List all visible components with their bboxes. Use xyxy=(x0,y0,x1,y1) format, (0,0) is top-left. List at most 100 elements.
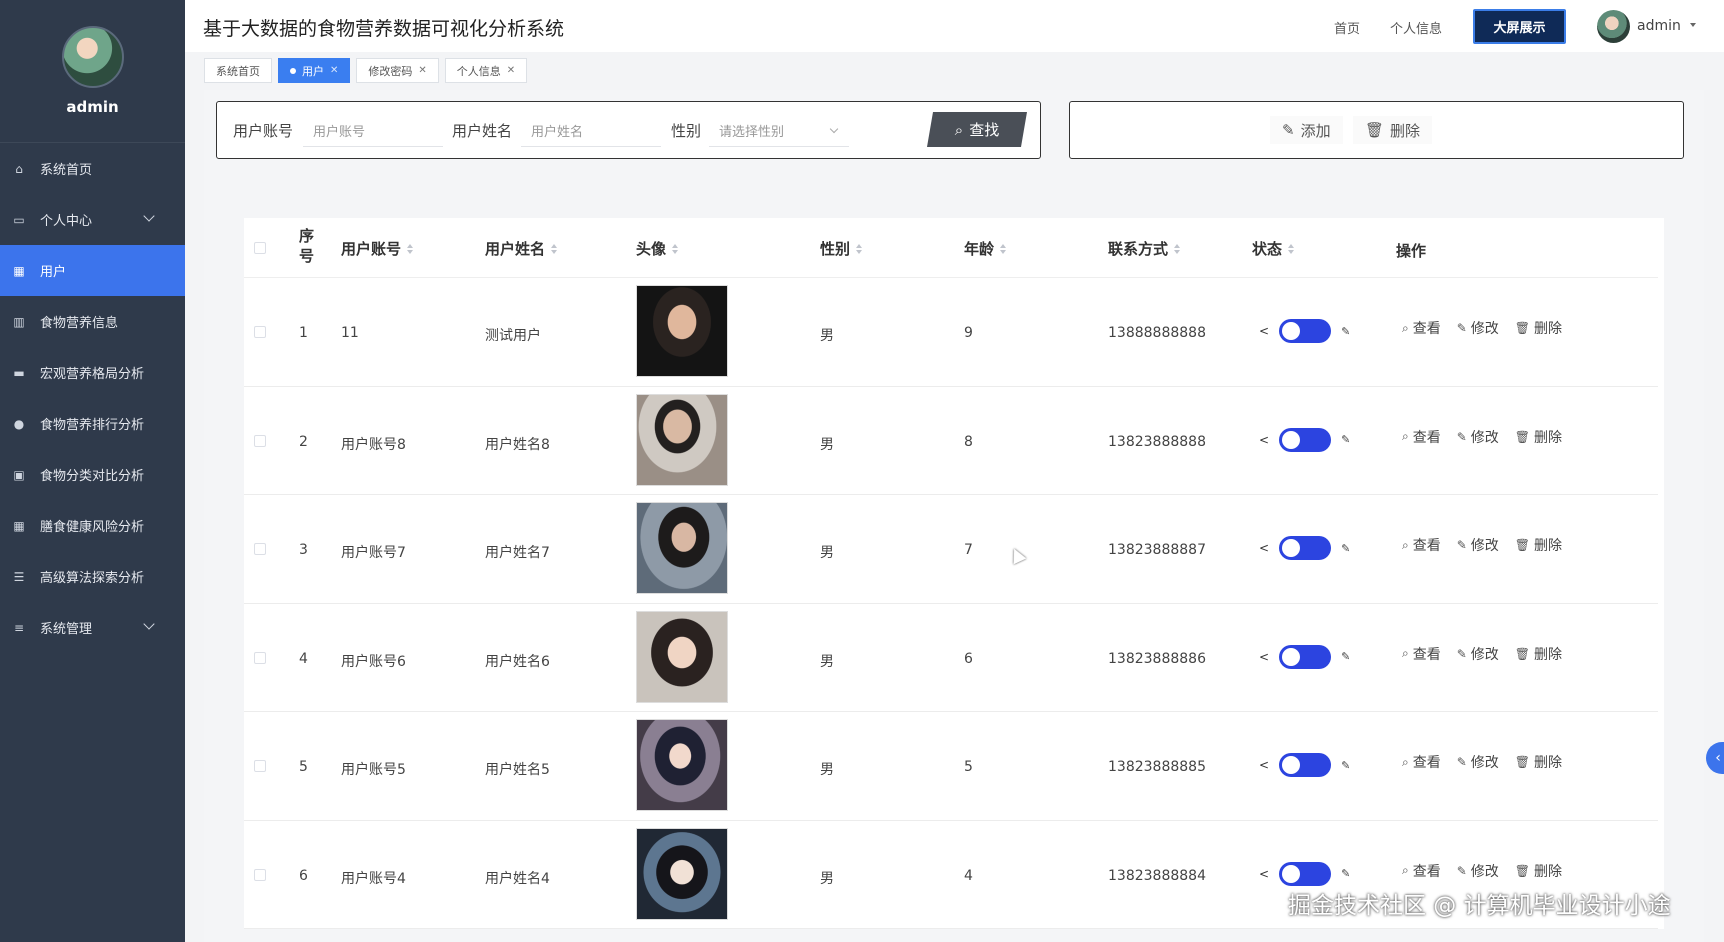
avatar-image[interactable] xyxy=(636,827,728,920)
edit-button[interactable]: ✎ 修改 xyxy=(1457,318,1499,338)
avatar-image[interactable] xyxy=(636,719,728,811)
side-drawer-handle[interactable]: ‹ xyxy=(1706,742,1724,774)
col-age[interactable]: 年龄 xyxy=(964,238,1007,259)
sort-icon[interactable] xyxy=(1288,243,1295,254)
row-checkbox[interactable] xyxy=(254,651,266,664)
avatar[interactable] xyxy=(61,26,124,88)
user-avatar[interactable] xyxy=(1597,10,1630,43)
pencil-icon[interactable]: ✎ xyxy=(1341,867,1350,880)
sidebar-item-label: 高级算法探索分析 xyxy=(40,571,145,586)
row-checkbox[interactable] xyxy=(254,326,266,338)
avatar-image[interactable] xyxy=(636,285,728,377)
tab-profile[interactable]: 个人信息 ✕ xyxy=(444,58,528,83)
view-button[interactable]: ⌕ 查看 xyxy=(1402,752,1441,772)
tab-system-home[interactable]: 系统首页 xyxy=(204,58,272,83)
row-checkbox[interactable] xyxy=(254,868,266,881)
sidebar-item-macro-analysis[interactable]: ▬ 宏观营养格局分析 xyxy=(0,347,185,398)
sidebar-item-health-risk[interactable]: ▦ 膳食健康风险分析 xyxy=(0,500,185,551)
sidebar-item-label: 食物营养排行分析 xyxy=(40,418,145,433)
sort-icon[interactable] xyxy=(856,243,863,254)
status-toggle[interactable] xyxy=(1279,319,1332,343)
sidebar-item-system-management[interactable]: ≡ 系统管理 xyxy=(0,602,185,653)
sidebar-item-food-nutrition[interactable]: ▥ 食物营养信息 xyxy=(0,296,185,347)
nav-profile-link[interactable]: 个人信息 xyxy=(1390,18,1442,37)
delete-button[interactable]: 🗑 删除 xyxy=(1515,318,1562,338)
delete-label: 删除 xyxy=(1534,755,1563,771)
edit-button[interactable]: ✎ 修改 xyxy=(1457,427,1499,447)
row-checkbox[interactable] xyxy=(254,434,266,447)
col-account[interactable]: 用户账号 xyxy=(341,238,414,259)
close-icon[interactable]: ✕ xyxy=(418,65,426,76)
add-button[interactable]: ✎ 添加 xyxy=(1270,116,1343,144)
pencil-icon[interactable]: ✎ xyxy=(1341,650,1350,663)
name-input[interactable]: 用户姓名 xyxy=(521,114,661,147)
sort-icon[interactable] xyxy=(672,243,679,254)
sidebar-item-home[interactable]: ⌂ 系统首页 xyxy=(0,143,185,194)
sidebar-item-algorithm-explore[interactable]: ☰ 高级算法探索分析 xyxy=(0,551,185,602)
edit-button[interactable]: ✎ 修改 xyxy=(1457,752,1499,772)
view-button[interactable]: ⌕ 查看 xyxy=(1402,318,1441,338)
status-toggle[interactable] xyxy=(1279,861,1332,886)
view-button[interactable]: ⌕ 查看 xyxy=(1402,427,1441,447)
status-toggle[interactable] xyxy=(1279,753,1332,777)
find-button[interactable]: ⌕ 查找 xyxy=(927,112,1027,147)
delete-button[interactable]: 🗑 删除 xyxy=(1515,752,1562,772)
big-screen-button[interactable]: 大屏展示 xyxy=(1473,9,1566,44)
tab-label: 个人信息 xyxy=(456,64,501,78)
status-toggle[interactable] xyxy=(1279,427,1332,452)
col-status[interactable]: 状态 xyxy=(1252,238,1295,259)
sidebar-item-label: 食物分类对比分析 xyxy=(40,469,145,484)
sort-icon[interactable] xyxy=(407,243,414,254)
delete-button[interactable]: 🗑 删除 xyxy=(1515,861,1562,881)
col-avatar[interactable]: 头像 xyxy=(636,238,679,259)
edit-button[interactable]: ✎ 修改 xyxy=(1457,535,1499,555)
view-button[interactable]: ⌕ 查看 xyxy=(1402,861,1441,881)
view-button[interactable]: ⌕ 查看 xyxy=(1402,535,1441,555)
select-all-checkbox[interactable] xyxy=(254,242,266,254)
nav-home-link[interactable]: 首页 xyxy=(1334,18,1360,37)
user-menu-name[interactable]: admin xyxy=(1637,18,1681,34)
delete-button[interactable]: 🗑 删除 xyxy=(1515,427,1562,447)
bulk-delete-button[interactable]: 🗑 删除 xyxy=(1353,116,1433,144)
sort-icon[interactable] xyxy=(1174,243,1181,254)
edit-button[interactable]: ✎ 修改 xyxy=(1457,644,1499,664)
cell-contact: 13823888887 xyxy=(1108,542,1206,558)
delete-button[interactable]: 🗑 删除 xyxy=(1515,644,1562,664)
caret-down-icon[interactable] xyxy=(1690,23,1696,27)
edit-button[interactable]: ✎ 修改 xyxy=(1457,861,1499,881)
close-icon[interactable]: ✕ xyxy=(507,65,515,76)
avatar-image[interactable] xyxy=(636,610,728,703)
sidebar-item-personal-center[interactable]: ▭ 个人中心 xyxy=(0,194,185,245)
pencil-icon[interactable]: ✎ xyxy=(1341,759,1350,772)
sidebar-item-ranking-analysis[interactable]: ● 食物营养排行分析 xyxy=(0,398,185,449)
avatar-image[interactable] xyxy=(636,502,728,594)
tab-change-password[interactable]: 修改密码 ✕ xyxy=(356,58,439,83)
tab-users[interactable]: 用户 ✕ xyxy=(278,58,351,83)
sidebar-item-category-comparison[interactable]: ▣ 食物分类对比分析 xyxy=(0,449,185,500)
account-input[interactable]: 用户账号 xyxy=(303,114,443,147)
sort-icon[interactable] xyxy=(551,243,558,254)
pencil-icon[interactable]: ✎ xyxy=(1341,433,1350,446)
row-checkbox[interactable] xyxy=(254,760,266,772)
sort-icon[interactable] xyxy=(1000,243,1007,254)
close-icon[interactable]: ✕ xyxy=(330,65,338,76)
trash-icon: 🗑 xyxy=(1514,755,1531,769)
id-card-icon: ▭ xyxy=(13,212,25,227)
view-button[interactable]: ⌕ 查看 xyxy=(1402,644,1441,664)
avatar-image[interactable] xyxy=(636,393,728,486)
delete-button[interactable]: 🗑 删除 xyxy=(1515,535,1562,555)
gender-select[interactable]: 请选择性别 xyxy=(709,114,849,147)
status-toggle[interactable] xyxy=(1279,536,1332,560)
sidebar-item-users[interactable]: ▦ 用户 xyxy=(0,245,185,296)
cell-gender: 男 xyxy=(820,545,834,561)
pencil-icon[interactable]: ✎ xyxy=(1341,325,1350,338)
status-toggle[interactable] xyxy=(1279,644,1332,669)
row-checkbox[interactable] xyxy=(254,543,266,555)
col-contact[interactable]: 联系方式 xyxy=(1108,238,1181,259)
cell-index: 2 xyxy=(299,433,308,450)
pencil-icon[interactable]: ✎ xyxy=(1341,542,1350,555)
delete-button-label: 删除 xyxy=(1390,121,1421,140)
col-name[interactable]: 用户姓名 xyxy=(485,238,558,259)
edit-icon: ✎ xyxy=(1282,121,1295,139)
col-gender[interactable]: 性别 xyxy=(820,238,863,259)
